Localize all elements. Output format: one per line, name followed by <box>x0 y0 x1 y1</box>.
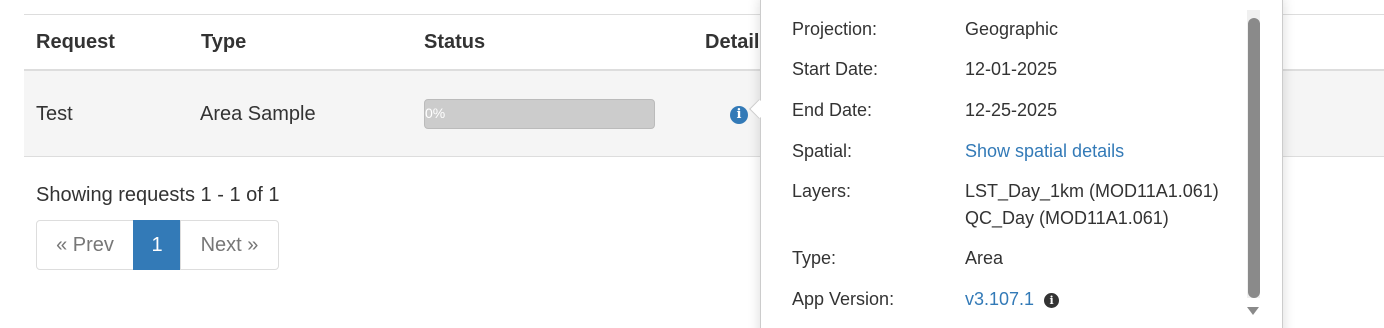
progress-bar-label: 0% <box>425 105 446 121</box>
app-version-label: App Version: <box>792 289 895 309</box>
type-label: Type: <box>792 248 837 268</box>
column-header-request[interactable]: Request <box>36 31 115 54</box>
type-value: Area <box>965 248 1004 268</box>
pagination: « Prev 1 Next » <box>36 220 279 270</box>
layers-label: Layers: <box>792 181 852 201</box>
page-1-button[interactable]: 1 <box>133 220 181 270</box>
end-date-value: 12-25-2025 <box>965 100 1058 120</box>
request-type-cell: Area Sample <box>200 103 316 125</box>
prev-page-button[interactable]: « Prev <box>36 220 134 270</box>
request-name-cell: Test <box>36 103 73 125</box>
status-progress-bar: 0% <box>424 99 655 129</box>
scroll-down-arrow-icon[interactable] <box>1247 307 1259 315</box>
request-details-popover <box>760 0 1283 328</box>
next-page-button[interactable]: Next » <box>180 220 279 270</box>
info-icon[interactable]: i <box>730 106 748 124</box>
end-date-label: End Date: <box>792 100 873 120</box>
scrollbar-thumb[interactable] <box>1248 18 1260 298</box>
column-header-detail[interactable]: Detail <box>705 31 759 54</box>
show-spatial-details-link[interactable]: Show spatial details <box>965 141 1124 162</box>
app-version-link[interactable]: v3.107.1 <box>965 289 1034 309</box>
spatial-label: Spatial: <box>792 141 853 161</box>
projection-label: Projection: <box>792 19 878 39</box>
start-date-value: 12-01-2025 <box>965 59 1058 79</box>
info-icon[interactable]: i <box>1044 293 1060 308</box>
layer-item: LST_Day_1km (MOD11A1.061) <box>965 181 1219 201</box>
projection-value: Geographic <box>965 19 1059 39</box>
column-header-status[interactable]: Status <box>424 31 485 54</box>
pagination-summary: Showing requests 1 - 1 of 1 <box>36 184 280 206</box>
column-header-type[interactable]: Type <box>201 31 246 54</box>
start-date-label: Start Date: <box>792 59 879 79</box>
app-version-row: v3.107.1 i <box>965 289 1060 310</box>
layer-item: QC_Day (MOD11A1.061) <box>965 208 1169 228</box>
